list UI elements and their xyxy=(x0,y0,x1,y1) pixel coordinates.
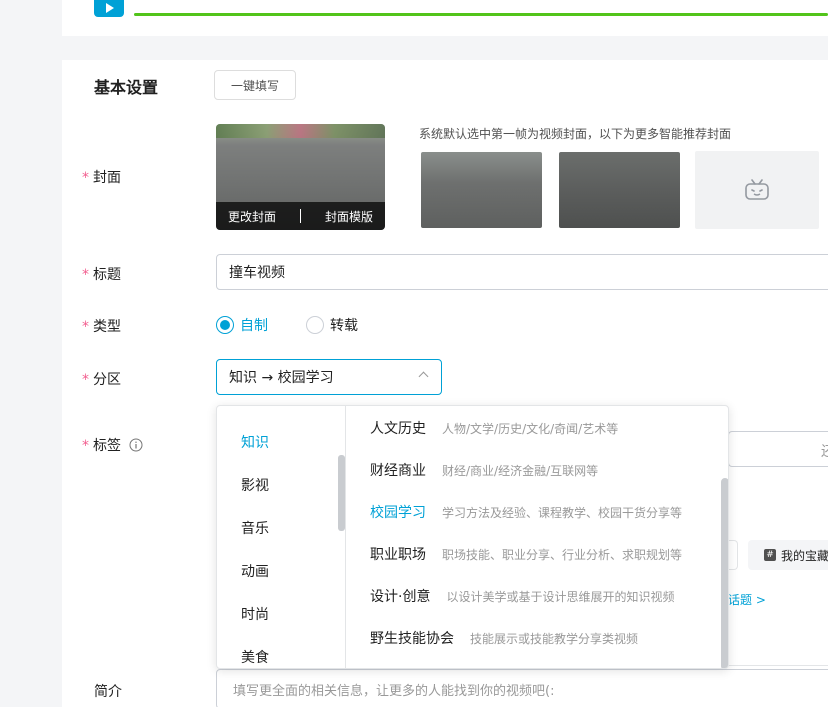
cover-suggestion-2[interactable] xyxy=(559,152,680,228)
tags-enter-button[interactable]: 还 xyxy=(821,441,828,461)
cover-image xyxy=(216,124,385,138)
type-radio-group: 自制 转载 xyxy=(216,315,358,335)
radio-repost[interactable] xyxy=(306,316,324,334)
section-title: 基本设置 xyxy=(94,78,159,97)
subcategory-name: 人文历史 xyxy=(370,421,426,437)
category-knowledge[interactable]: 知识 xyxy=(241,432,269,452)
subcategory-desc: 财经/商业/经济金融/互联网等 xyxy=(442,464,599,478)
hash-icon: # xyxy=(764,549,776,561)
description-input[interactable]: 填写更全面的相关信息，让更多的人能找到你的视频吧(: xyxy=(216,669,828,707)
subcategory-item[interactable]: 野生技能协会 技能展示或技能教学分享类视频 xyxy=(370,628,638,648)
play-icon[interactable] xyxy=(94,0,124,17)
category-food[interactable]: 美食 xyxy=(241,647,269,667)
cover-preview[interactable]: 更改封面 封面模版 xyxy=(216,124,385,230)
zone-select-value: 知识 → 校园学习 xyxy=(229,370,334,386)
change-cover-button[interactable]: 更改封面 xyxy=(228,208,276,225)
radio-original[interactable] xyxy=(216,316,234,334)
title-label: * 标题 xyxy=(82,267,121,283)
zone-label: * 分区 xyxy=(82,372,121,388)
type-label: * 类型 xyxy=(82,319,121,335)
subcategory-item-active[interactable]: 校园学习 学习方法及经验、课程教学、校园干货分享等 xyxy=(370,502,682,522)
category-list: 知识 影视 音乐 动画 时尚 美食 xyxy=(217,406,346,668)
radio-original-label[interactable]: 自制 xyxy=(240,315,268,335)
zone-select[interactable]: 知识 → 校园学习 xyxy=(216,359,442,395)
my-treasure-tag[interactable]: # 我的宝藏 xyxy=(748,540,828,570)
subcategory-item[interactable]: 财经商业 财经/商业/经济金融/互联网等 xyxy=(370,460,598,480)
category-scrollbar[interactable] xyxy=(338,455,345,531)
divider xyxy=(299,209,301,223)
cover-action-bar: 更改封面 封面模版 xyxy=(216,202,385,230)
radio-repost-label[interactable]: 转载 xyxy=(330,315,358,335)
title-input[interactable]: 撞车视频 xyxy=(216,254,828,290)
chevron-up-icon xyxy=(418,371,429,382)
topic-link[interactable]: 话题 > xyxy=(728,591,766,608)
subcategory-item[interactable]: 设计·创意 以设计美学或基于设计思维展开的知识视频 xyxy=(370,586,674,606)
subcategory-list: 人文历史 人物/文学/历史/文化/奇闻/艺术等 财经商业 财经/商业/经济金融/… xyxy=(346,406,728,668)
subcategory-desc: 技能展示或技能教学分享类视频 xyxy=(470,632,639,646)
tags-input[interactable]: 还 xyxy=(728,431,828,467)
bilibili-tv-icon xyxy=(745,179,769,200)
subcategory-name: 财经商业 xyxy=(370,463,426,479)
divider xyxy=(728,665,828,666)
subcategory-item[interactable]: 人文历史 人物/文学/历史/文化/奇闻/艺术等 xyxy=(370,418,618,438)
subcategory-desc: 职场技能、职业分享、行业分析、求职规划等 xyxy=(442,548,683,562)
zone-dropdown: 知识 影视 音乐 动画 时尚 美食 人文历史 人物/文学/历史/文化/奇闻/艺术… xyxy=(216,405,729,669)
subcategory-name: 校园学习 xyxy=(370,505,426,521)
subcategory-item[interactable]: 职业职场 职场技能、职业分享、行业分析、求职规划等 xyxy=(370,544,682,564)
subcategory-name: 职业职场 xyxy=(370,547,426,563)
cover-label: * 封面 xyxy=(82,170,121,186)
subcategory-desc: 人物/文学/历史/文化/奇闻/艺术等 xyxy=(442,422,619,436)
cover-template-button[interactable]: 封面模版 xyxy=(325,208,373,225)
tags-label: * 标签 xyxy=(82,435,143,455)
cover-suggestion-placeholder[interactable] xyxy=(695,151,819,229)
subcategory-scrollbar[interactable] xyxy=(721,478,728,668)
upload-progress-bar xyxy=(134,13,828,16)
subcategory-desc: 学习方法及经验、课程教学、校园干货分享等 xyxy=(442,506,683,520)
category-fashion[interactable]: 时尚 xyxy=(241,604,269,624)
subcategory-desc: 以设计美学或基于设计思维展开的知识视频 xyxy=(446,590,675,604)
category-music[interactable]: 音乐 xyxy=(241,518,269,538)
cover-suggestion-1[interactable] xyxy=(421,152,542,228)
quick-fill-button[interactable]: 一键填写 xyxy=(214,70,296,100)
description-label: 简介 xyxy=(94,684,122,700)
upload-card xyxy=(62,0,828,36)
subcategory-name: 设计·创意 xyxy=(370,589,431,605)
category-animation[interactable]: 动画 xyxy=(241,561,269,581)
info-icon[interactable] xyxy=(129,438,143,452)
cover-hint: 系统默认选中第一帧为视频封面，以下为更多智能推荐封面 xyxy=(419,127,732,141)
subcategory-name: 野生技能协会 xyxy=(370,631,454,647)
category-film[interactable]: 影视 xyxy=(241,475,269,495)
my-tag-label: 我的宝藏 xyxy=(781,548,828,563)
